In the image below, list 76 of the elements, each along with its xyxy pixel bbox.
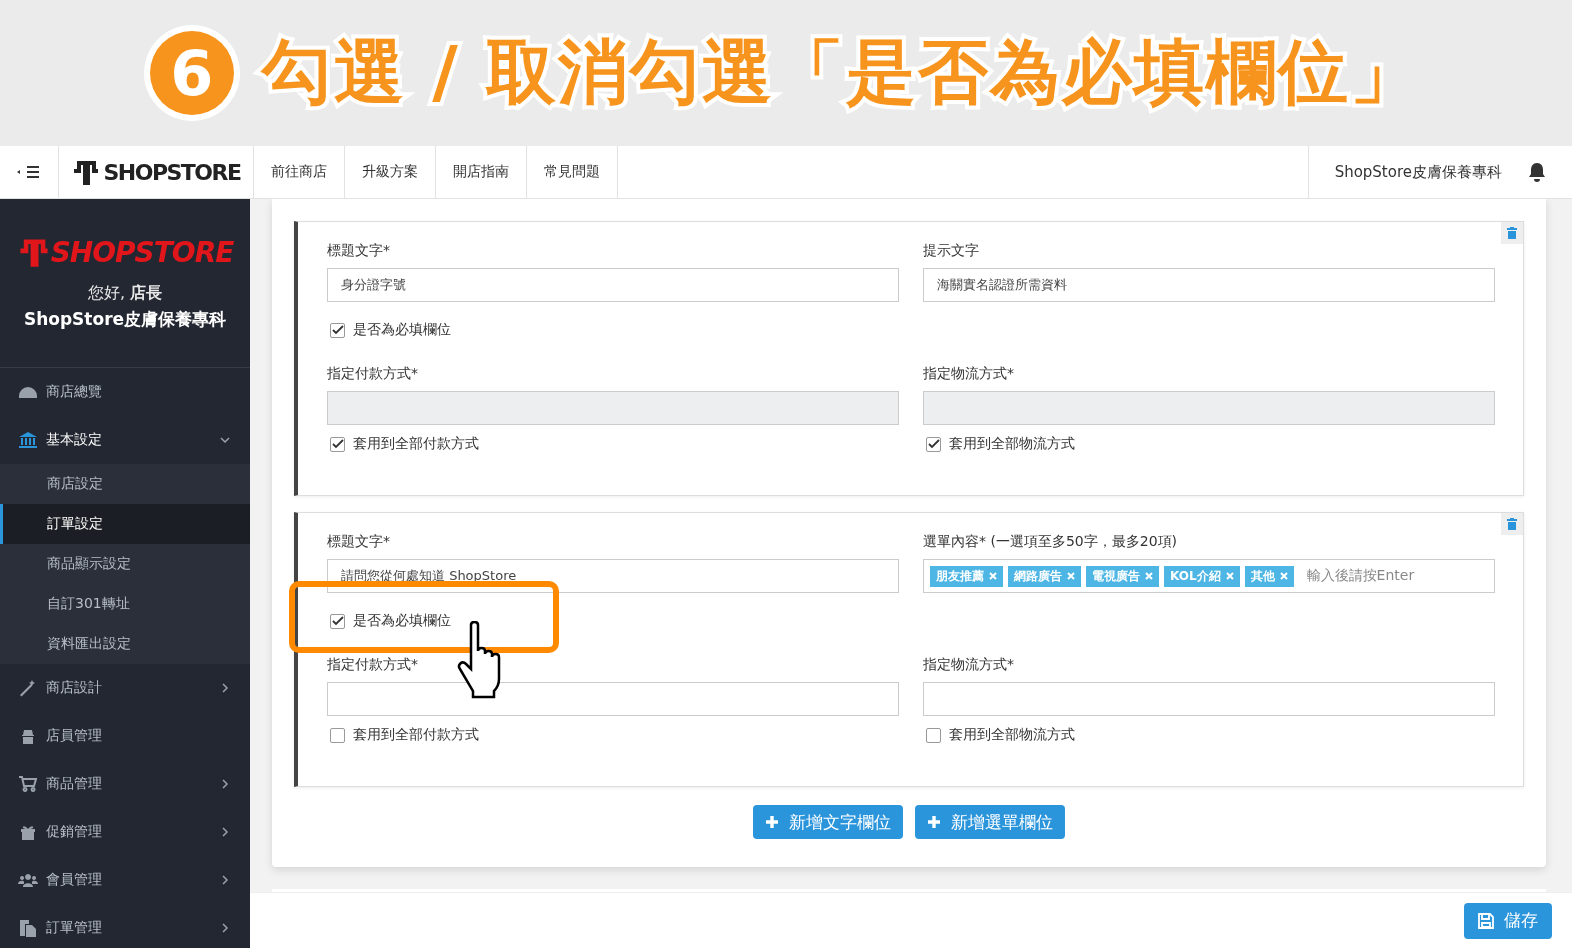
delete-button[interactable] [1501, 513, 1523, 535]
option-tag: 電視廣告 [1086, 565, 1159, 587]
remove-icon[interactable] [1225, 572, 1234, 580]
chevron-icon [220, 683, 230, 693]
cart-icon [18, 774, 38, 794]
sidebar-menu-item[interactable]: 商品管理 [0, 760, 250, 808]
sidebar-menu-item[interactable]: 訂單管理 [0, 904, 250, 948]
sidebar-submenu-item[interactable]: 商店設定 [0, 464, 250, 504]
sidebar-submenu-item[interactable]: 自訂301轉址 [0, 584, 250, 624]
field-label: 指定付款方式* [327, 656, 418, 674]
nav-link[interactable]: 升級方案 [345, 146, 436, 198]
delete-button[interactable] [1501, 222, 1523, 244]
required-checkbox[interactable]: 是否為必填欄位 [330, 321, 451, 339]
sidebar-menu-item[interactable]: 商店設計 [0, 664, 250, 712]
store-name-link[interactable]: ShopStore皮膚保養專科 [1307, 146, 1528, 198]
chevron-icon [220, 435, 230, 445]
plus-icon [765, 815, 779, 829]
apply-all-checkbox[interactable]: 套用到全部付款方式 [330, 435, 479, 453]
chevron-icon [220, 779, 230, 789]
trash-icon [1507, 227, 1517, 239]
field-label: 指定物流方式* [923, 656, 1014, 674]
sidebar-logo: SHOPSTORE [16, 235, 234, 269]
greeting-text: 您好, 店長 [87, 283, 163, 304]
bank-icon [18, 430, 38, 450]
apply-all-checkbox[interactable]: 套用到全部付款方式 [330, 726, 479, 744]
input-placeholder: 輸入後請按Enter [1306, 567, 1415, 585]
remove-icon[interactable] [1279, 572, 1288, 580]
checkmark-icon [331, 439, 344, 449]
input-field[interactable] [923, 391, 1495, 425]
field-label: 提示文字 [923, 242, 979, 260]
sidebar-menu-item[interactable]: 基本設定 [0, 416, 250, 464]
required-checkbox[interactable]: 是否為必填欄位 [330, 612, 451, 630]
sidebar-menu-item[interactable]: 促銷管理 [0, 808, 250, 856]
field-label: 選單內容* (一選項至多50字，最多20項) [923, 533, 1177, 551]
input-field[interactable]: 海關實名認證所需資料 [923, 268, 1495, 302]
remove-icon[interactable] [1145, 572, 1153, 580]
checkmark-icon [927, 439, 940, 449]
remove-icon[interactable] [1067, 572, 1075, 580]
chevron-icon [220, 875, 230, 885]
trash-icon [1507, 518, 1517, 530]
copy-icon [18, 918, 38, 938]
store-name: ShopStore皮膚保養專科 [23, 308, 227, 331]
sidebar-menu-item[interactable]: 商店總覽 [0, 368, 250, 416]
apply-all-checkbox[interactable]: 套用到全部物流方式 [926, 435, 1075, 453]
sidebar-submenu-item[interactable]: 資料匯出設定 [0, 624, 250, 664]
banner-title: 勾選 / 取消勾選「是否為必填欄位」 [261, 30, 1423, 115]
sidebar-menu-item[interactable]: 會員管理 [0, 856, 250, 904]
field-label: 指定物流方式* [923, 365, 1014, 383]
checkmark-icon [331, 616, 344, 626]
option-tag: 朋友推薦 [930, 565, 1003, 587]
sidebar-submenu-item[interactable]: 訂單設定 [0, 504, 250, 544]
input-field[interactable] [327, 391, 899, 425]
plus-icon [927, 815, 941, 829]
field-label: 標題文字* [327, 242, 390, 260]
option-tag: 其他 [1244, 565, 1294, 587]
sidebar-menu-item[interactable]: 店員管理 [0, 712, 250, 760]
bell-icon[interactable] [1528, 162, 1546, 182]
field-label: 標題文字* [327, 533, 390, 551]
option-tag: KOL介紹 [1164, 565, 1240, 587]
remove-icon[interactable] [989, 572, 997, 580]
field-label: 指定付款方式* [327, 365, 418, 383]
nav-link[interactable]: 開店指南 [436, 146, 527, 198]
apply-all-checkbox[interactable]: 套用到全部物流方式 [926, 726, 1075, 744]
menu-icon [16, 165, 42, 179]
option-tag: 網路廣告 [1008, 565, 1081, 587]
tags-input-field[interactable]: 朋友推薦 網路廣告 電視廣告 KOL介紹 其他 輸入後請按Enter [923, 559, 1495, 593]
checkmark-icon [331, 325, 344, 335]
input-field[interactable] [327, 682, 899, 716]
header-logo[interactable]: SHOPSTORE [59, 146, 254, 198]
sidebar-submenu-item[interactable]: 商品顯示設定 [0, 544, 250, 584]
nav-link[interactable]: 前往商店 [254, 146, 345, 198]
chevron-icon [220, 827, 230, 837]
nav-link[interactable]: 常見問題 [527, 146, 618, 198]
input-field[interactable] [923, 682, 1495, 716]
input-field[interactable]: 身分證字號 [327, 268, 899, 302]
chevron-icon [220, 923, 230, 933]
